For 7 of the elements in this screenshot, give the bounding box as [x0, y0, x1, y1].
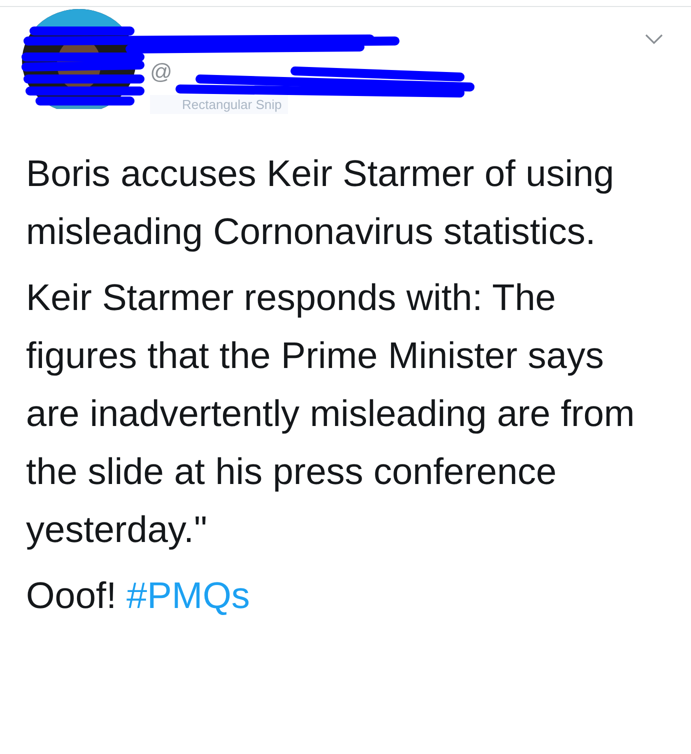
tweet-paragraph: Boris accuses Keir Starmer of using misleading Cornonavirus statistics. [26, 152, 616, 254]
tweet-paragraph: Keir Starmer responds with: The figures that the Prime Minister says are inadvertently misleading are from the slide at his press conference yesterday." [26, 276, 636, 552]
user-handle: @ [150, 59, 172, 85]
hashtag-link[interactable]: #PMQs [126, 567, 250, 625]
tweet-text: Ooof! [26, 574, 116, 618]
snip-tooltip: Rectangular Snip [150, 95, 288, 114]
chevron-down-icon[interactable] [644, 33, 664, 45]
